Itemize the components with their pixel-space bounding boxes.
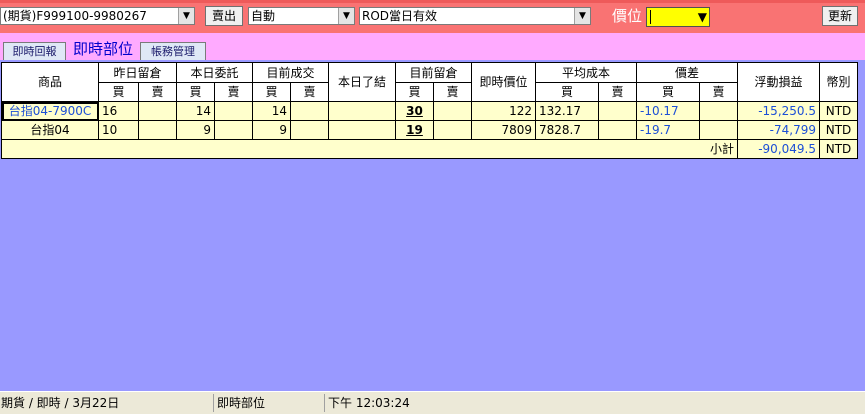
- cell-product[interactable]: 台指04: [1, 120, 99, 140]
- cell-avg-sell: [598, 120, 637, 140]
- table-subheader-row: 買 賣 買 賣 買 賣 買 賣 買 賣 買 賣: [2, 82, 858, 102]
- cell-diff-buy: -10.17: [636, 101, 700, 121]
- cell-order-buy: 9: [176, 120, 215, 140]
- table-header-row: 商品 昨日留倉 本日委託 目前成交 本日了結 目前留倉 即時價位 平均成本 價差…: [1, 62, 858, 102]
- cell-prev-buy: 10: [98, 120, 139, 140]
- cell-filled-buy: 14: [252, 101, 291, 121]
- cell-prev-sell: [138, 120, 177, 140]
- header-product[interactable]: 商品: [1, 62, 99, 102]
- cell-filled-sell: [290, 120, 329, 140]
- header-price-diff[interactable]: 價差: [636, 62, 738, 83]
- price-input[interactable]: ▼: [646, 7, 710, 27]
- status-view-name: 即時部位: [213, 394, 324, 412]
- tab-realtime-position[interactable]: 即時部位: [67, 38, 139, 60]
- chevron-down-icon[interactable]: ▼: [338, 8, 354, 24]
- header-buy: 買: [98, 82, 139, 102]
- status-bar: 期貨 / 即時 / 3月22日 即時部位 下午 12:03:24: [0, 391, 865, 414]
- top-toolbar: (期貨)F999100-9980267 ▼ 賣出 自動 ▼ ROD當日有效 ▼ …: [0, 0, 865, 33]
- chevron-down-icon[interactable]: ▼: [698, 9, 707, 25]
- cell-product[interactable]: 台指04-7900C: [1, 101, 99, 121]
- refresh-button[interactable]: 更新: [822, 6, 858, 26]
- cell-avg-buy: 132.17: [535, 101, 599, 121]
- cell-floating-pl: -74,799: [737, 120, 820, 140]
- header-current-position[interactable]: 目前留倉: [395, 62, 472, 83]
- mode-select[interactable]: 自動 ▼: [248, 7, 355, 25]
- header-floating-pl[interactable]: 浮動損益: [737, 62, 820, 102]
- cell-position-sell: [433, 120, 472, 140]
- cell-floating-pl: -15,250.5: [737, 101, 820, 121]
- status-market-date: 期貨 / 即時 / 3月22日: [1, 396, 120, 410]
- header-buy: 買: [252, 82, 291, 102]
- cell-last-price: 7809: [471, 120, 536, 140]
- order-type-select-value: ROD當日有效: [362, 9, 438, 23]
- price-label: 價位: [612, 7, 643, 25]
- tab-account-management[interactable]: 帳務管理: [140, 42, 206, 60]
- header-current-filled[interactable]: 目前成交: [252, 62, 329, 83]
- header-prev-position[interactable]: 昨日留倉: [98, 62, 177, 83]
- cell-filled-buy: 9: [252, 120, 291, 140]
- cell-position-sell: [433, 101, 472, 121]
- header-buy: 買: [535, 82, 599, 102]
- mode-select-value: 自動: [251, 9, 276, 23]
- position-table: 商品 昨日留倉 本日委託 目前成交 本日了結 目前留倉 即時價位 平均成本 價差…: [1, 62, 858, 159]
- cell-prev-buy: 16: [98, 101, 139, 121]
- cell-filled-sell: [290, 101, 329, 121]
- header-today-order[interactable]: 本日委託: [176, 62, 253, 83]
- table-row[interactable]: 台指04-7900C 16 14 14 30 122 132.17 -10.17…: [1, 101, 858, 121]
- cell-avg-sell: [598, 101, 637, 121]
- tab-strip: 即時回報 即時部位 帳務管理: [0, 33, 865, 60]
- chevron-down-icon[interactable]: ▼: [178, 8, 194, 24]
- subtotal-row: 小計 -90,049.5 NTD: [1, 139, 858, 159]
- header-sell: 賣: [214, 82, 253, 102]
- cell-order-sell: [214, 101, 253, 121]
- cell-closed: [328, 120, 396, 140]
- header-buy: 買: [636, 82, 700, 102]
- header-buy: 買: [395, 82, 434, 102]
- cell-avg-buy: 7828.7: [535, 120, 599, 140]
- header-avg-cost[interactable]: 平均成本: [535, 62, 637, 83]
- cell-diff-buy: -19.7: [636, 120, 700, 140]
- cell-currency: NTD: [819, 101, 858, 121]
- cell-diff-sell: [699, 120, 738, 140]
- header-sell: 賣: [699, 82, 738, 102]
- status-clock: 下午 12:03:24: [324, 394, 524, 412]
- account-select-value: (期貨)F999100-9980267: [3, 9, 147, 23]
- tab-realtime-report[interactable]: 即時回報: [3, 42, 66, 60]
- cell-order-buy: 14: [176, 101, 215, 121]
- cell-order-sell: [214, 120, 253, 140]
- header-buy: 買: [176, 82, 215, 102]
- header-sell: 賣: [598, 82, 637, 102]
- account-select[interactable]: (期貨)F999100-9980267 ▼: [0, 7, 195, 25]
- chevron-down-icon[interactable]: ▼: [574, 8, 590, 24]
- cell-diff-sell: [699, 101, 738, 121]
- subtotal-currency: NTD: [819, 139, 858, 159]
- subtotal-label: 小計: [1, 139, 738, 159]
- cell-position-buy[interactable]: 19: [395, 120, 434, 140]
- sell-button[interactable]: 賣出: [205, 6, 243, 26]
- header-sell: 賣: [138, 82, 177, 102]
- cell-closed: [328, 101, 396, 121]
- text-caret: [650, 10, 651, 24]
- cell-position-buy[interactable]: 30: [395, 101, 434, 121]
- table-row[interactable]: 台指04 10 9 9 19 7809 7828.7 -19.7 -74,799…: [1, 120, 858, 140]
- header-sell: 賣: [290, 82, 329, 102]
- cell-prev-sell: [138, 101, 177, 121]
- cell-currency: NTD: [819, 120, 858, 140]
- order-type-select[interactable]: ROD當日有效 ▼: [359, 7, 591, 25]
- header-sell: 賣: [433, 82, 472, 102]
- cell-last-price: 122: [471, 101, 536, 121]
- header-today-closed[interactable]: 本日了結: [328, 62, 396, 102]
- header-last-price[interactable]: 即時價位: [471, 62, 536, 102]
- subtotal-floating-pl: -90,049.5: [737, 139, 820, 159]
- header-currency[interactable]: 幣別: [819, 62, 858, 102]
